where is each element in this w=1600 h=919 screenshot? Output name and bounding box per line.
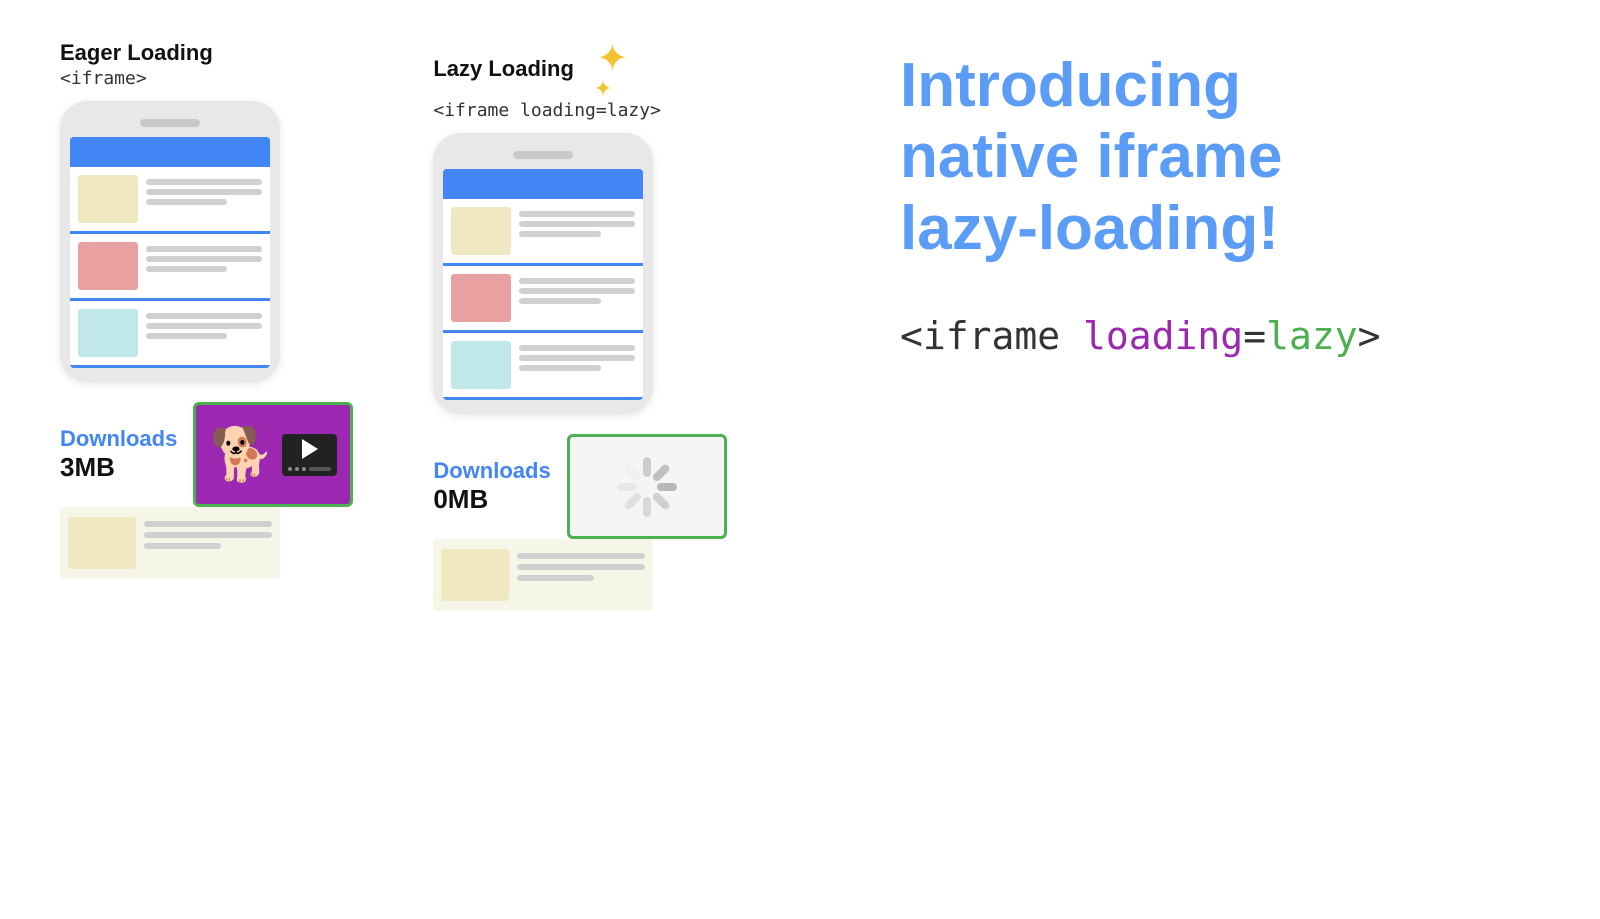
eager-phone-screen [70,137,270,368]
comparison-area: Eager Loading <iframe> [60,40,840,611]
lazy-card-image-3 [451,341,511,389]
eager-card-2 [70,234,270,298]
card-image-3 [78,309,138,357]
main-headline: Introducing native iframe lazy-loading! [900,50,1540,264]
card-line [146,323,262,329]
card-image-2 [78,242,138,290]
code-display: <iframe loading=lazy> [900,314,1540,358]
lazy-card-lines-3 [519,341,635,371]
video-icon-box [282,434,337,476]
card-line-short [519,365,600,371]
lazy-card-1 [443,199,643,263]
eager-code-tag: <iframe> [60,68,213,89]
eager-card-3 [70,301,270,365]
card-line-short [519,231,600,237]
headline-line2: native iframe [900,121,1540,192]
card-line [519,211,635,217]
card-line [146,189,262,195]
eager-title: Eager Loading [60,40,213,66]
card-line-short [146,333,227,339]
sparkles-cluster: ✦ ✦ [594,40,628,100]
lazy-downloads-label: Downloads [433,458,550,484]
eager-downloads-label: Downloads [60,426,177,452]
code-iframe-part: <iframe [900,314,1083,358]
card-line [146,313,262,319]
small-card-line-short [144,543,221,549]
lazy-code-tag: <iframe loading=lazy> [433,100,661,121]
lazy-card-2 [443,266,643,330]
right-side: Introducing native iframe lazy-loading! … [840,40,1540,358]
code-close-part: > [1358,314,1381,358]
small-card-line-short [517,575,594,581]
card-line [146,256,262,262]
card-line-short [519,298,600,304]
eager-downloads-row: Downloads 3MB 🐕 [60,402,353,507]
lazy-phone-mockup [433,133,653,414]
card-line-short [146,266,227,272]
eager-iframe-thumbnail: 🐕 [193,402,353,507]
small-card-lines [144,517,272,569]
lazy-phone-screen [443,169,643,400]
lazy-title: Lazy Loading [433,56,574,82]
small-card-line [144,521,272,527]
eager-downloads-size: 3MB [60,452,177,483]
lazy-downloads-row: Downloads 0MB [433,434,726,539]
small-card-line [517,553,645,559]
code-loading-part: loading [1083,314,1243,358]
headline-line3: lazy-loading! [900,193,1540,264]
card-line [519,278,635,284]
card-lines-1 [146,175,262,205]
card-line [146,246,262,252]
lazy-card-lines-2 [519,274,635,304]
lazy-label: Lazy Loading ✦ ✦ <iframe loading=lazy> [433,40,661,121]
card-line [519,355,635,361]
card-image-1 [78,175,138,223]
lazy-loading-section: Lazy Loading ✦ ✦ <iframe loading=lazy> [433,40,726,611]
eager-loading-section: Eager Loading <iframe> [60,40,353,579]
lazy-phone-header-bar [443,169,643,199]
phone-notch [140,119,200,127]
eager-phone-mockup [60,101,280,382]
small-card-line [517,564,645,570]
card-line-short [146,199,227,205]
headline-line1: Introducing [900,50,1540,121]
phone-header-bar [70,137,270,167]
eager-card-1 [70,167,270,231]
lazy-downloads-size: 0MB [433,484,550,515]
sparkle-small-icon: ✦ [594,78,612,100]
code-lazy-part: lazy [1266,314,1358,358]
lazy-card-image-1 [451,207,511,255]
card-line [519,288,635,294]
lazy-small-card-img [441,549,509,601]
sparkle-large-icon: ✦ [597,40,629,78]
card-line [519,345,635,351]
lazy-iframe-thumbnail [567,434,727,539]
lazy-below-card [433,539,653,611]
dog-icon: 🐕 [209,424,274,485]
code-eq-part: = [1243,314,1266,358]
small-card-line [144,532,272,538]
lazy-downloads-info: Downloads 0MB [433,458,550,515]
card-line [519,221,635,227]
small-card-img [68,517,136,569]
card-lines-2 [146,242,262,272]
lazy-small-card-lines [517,549,645,601]
lazy-card-lines-1 [519,207,635,237]
video-play-icon [302,439,318,459]
eager-below-card [60,507,280,579]
eager-label: Eager Loading <iframe> [60,40,213,89]
eager-downloads-info: Downloads 3MB [60,426,177,483]
lazy-card-3 [443,333,643,397]
loading-spinner-icon [612,452,682,522]
lazy-phone-notch [513,151,573,159]
card-lines-3 [146,309,262,339]
card-line [146,179,262,185]
lazy-card-image-2 [451,274,511,322]
